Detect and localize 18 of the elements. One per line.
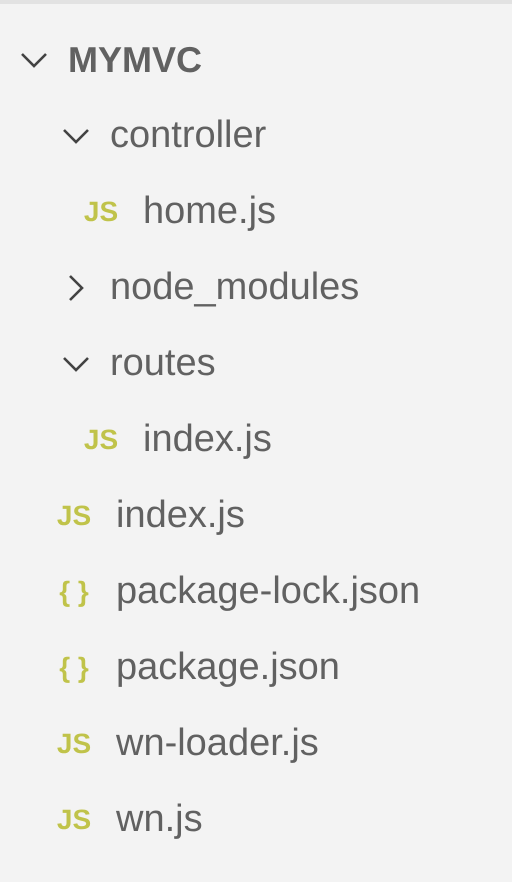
file-name[interactable]: home.js <box>143 190 276 234</box>
file-name[interactable]: wn.js <box>116 798 203 842</box>
folder-name[interactable]: controller <box>110 114 266 158</box>
file-type-icon: JS <box>82 196 120 228</box>
file-type-icon: { } <box>55 652 93 684</box>
file-name[interactable]: index.js <box>116 494 245 538</box>
folder-name[interactable]: routes <box>110 342 216 386</box>
file-type-icon: { } <box>55 576 93 608</box>
file-type-icon: JS <box>55 500 93 532</box>
folder-name[interactable]: MYMVC <box>68 39 202 81</box>
file-type-icon: JS <box>55 804 93 836</box>
folder-name[interactable]: node_modules <box>110 266 360 310</box>
file-name[interactable]: index.js <box>143 418 272 462</box>
file-name[interactable]: wn-loader.js <box>116 722 319 766</box>
file-name[interactable]: package-lock.json <box>116 570 420 614</box>
file-type-icon: JS <box>82 424 120 456</box>
file-name[interactable]: package.json <box>116 646 340 690</box>
file-type-icon: JS <box>55 728 93 760</box>
